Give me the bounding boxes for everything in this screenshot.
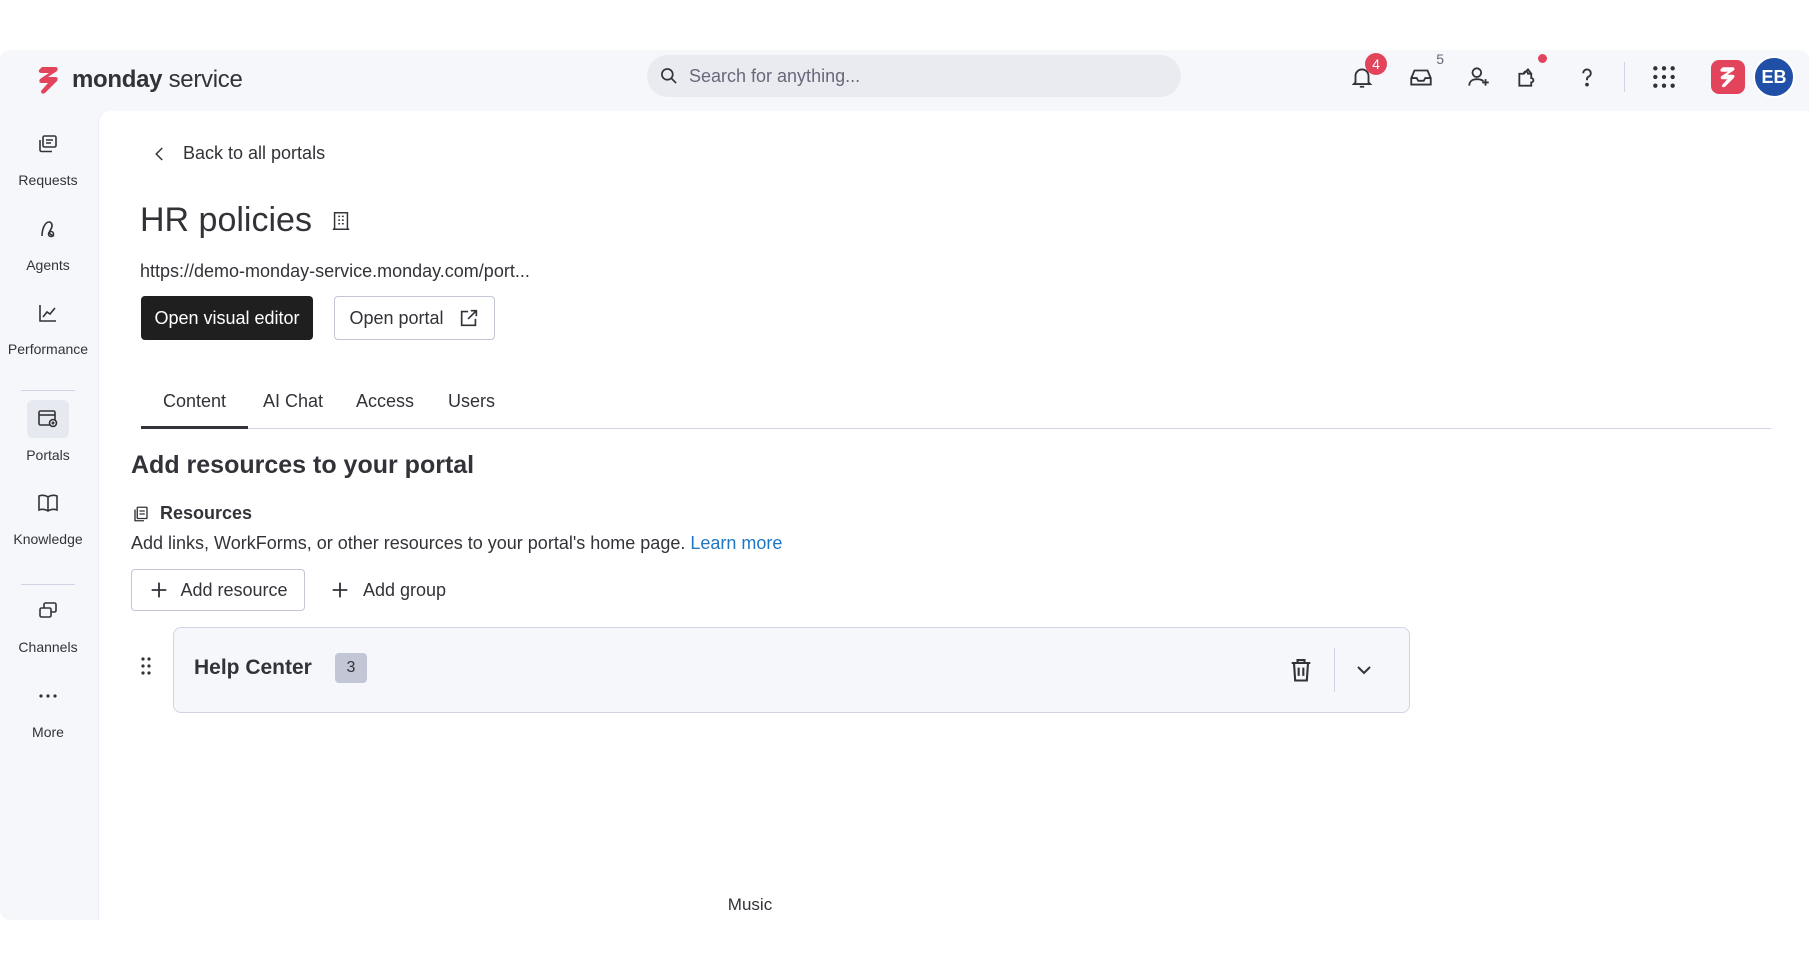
brand-name-bold: monday — [72, 66, 163, 93]
music-label: Music — [710, 890, 790, 920]
add-resource-label: Add resource — [180, 579, 288, 600]
open-portal-button[interactable]: Open portal — [334, 296, 495, 340]
brand-name: monday service — [72, 66, 243, 94]
back-label: Back to all portals — [183, 143, 326, 163]
resources-label: Resources — [160, 503, 253, 523]
back-to-portals-link[interactable]: Back to all portals — [151, 143, 325, 164]
group-name: Help Center — [194, 656, 312, 679]
topbar-divider — [1624, 62, 1625, 92]
monday-service-logo-icon — [38, 67, 58, 94]
grid-icon — [1653, 66, 1675, 88]
knowledge-icon-wrap — [27, 484, 69, 522]
sidebar-divider — [21, 390, 75, 391]
integrations-alert-dot — [1538, 54, 1547, 63]
main-content: Back to all portals HR policies https://… — [98, 111, 1809, 920]
user-avatar[interactable]: EB — [1753, 56, 1795, 98]
external-link-icon — [460, 309, 477, 327]
brand-name-light: service — [168, 66, 243, 93]
add-group-button[interactable]: Add group — [321, 569, 454, 611]
chevron-down-icon[interactable] — [1352, 658, 1376, 682]
sidebar-item-label: Portals — [26, 447, 70, 463]
open-visual-editor-button[interactable]: Open visual editor — [141, 296, 313, 340]
inbox-count: 5 — [1436, 51, 1444, 67]
plus-icon — [152, 582, 167, 598]
section-heading: Add resources to your portal — [131, 451, 475, 479]
search-icon — [661, 68, 677, 84]
puzzle-icon — [1518, 68, 1535, 87]
add-resource-button[interactable]: Add resource — [131, 569, 305, 611]
help-button[interactable] — [1572, 62, 1602, 92]
app-window: monday service 4 5 — [0, 50, 1809, 920]
drag-handle-icon[interactable] — [139, 655, 153, 677]
brand-logo[interactable]: monday service — [36, 60, 243, 100]
left-sidebar: Requests Agents Performance Portals Know… — [0, 110, 96, 920]
portals-icon — [38, 410, 58, 428]
sidebar-item-label: Requests — [18, 172, 78, 188]
tab-ai-chat[interactable]: AI Chat — [241, 383, 345, 429]
tab-access[interactable]: Access — [334, 383, 436, 429]
help-icon — [1582, 68, 1592, 87]
tab-content[interactable]: Content — [141, 383, 249, 429]
sidebar-item-label: Channels — [18, 639, 78, 655]
invite-members-button[interactable] — [1464, 62, 1494, 92]
portal-tabs: Content AI Chat Access Users — [141, 383, 1771, 429]
sidebar-item-label: Performance — [7, 341, 89, 357]
requests-icon — [39, 135, 57, 153]
channels-icon — [39, 602, 57, 618]
card-divider — [1334, 648, 1335, 692]
chevron-left-icon — [155, 146, 163, 161]
resources-icon — [134, 506, 148, 521]
sidebar-item-label: Knowledge — [13, 531, 83, 547]
sidebar-item-requests[interactable]: Requests — [0, 125, 96, 188]
sidebar-divider — [21, 584, 75, 585]
add-group-label: Add group — [363, 579, 447, 600]
product-switcher-button[interactable] — [1711, 60, 1745, 94]
resource-group-card[interactable]: Help Center 3 — [173, 627, 1410, 713]
sidebar-item-portals[interactable]: Portals — [0, 400, 96, 463]
sidebar-item-more[interactable]: More — [0, 677, 96, 740]
performance-icon — [39, 305, 56, 322]
sidebar-item-label: More — [32, 724, 64, 740]
page-title: HR policies — [140, 201, 312, 239]
agents-icon-wrap — [27, 210, 69, 248]
more-icon-wrap — [27, 677, 69, 715]
book-icon — [38, 494, 58, 512]
notifications-button[interactable]: 4 — [1347, 53, 1387, 92]
sidebar-item-knowledge[interactable]: Knowledge — [0, 484, 96, 547]
learn-more-link[interactable]: Learn more — [690, 533, 782, 553]
sidebar-item-channels[interactable]: Channels — [0, 592, 96, 655]
group-count-badge: 3 — [335, 653, 367, 683]
integrations-button[interactable] — [1513, 54, 1547, 92]
top-bar: monday service 4 5 — [0, 50, 1809, 110]
resources-description: Add links, WorkForms, or other resources… — [131, 533, 782, 554]
portals-icon-wrap — [27, 400, 69, 438]
notifications-count-badge: 4 — [1365, 53, 1387, 75]
building-icon — [332, 212, 350, 230]
inbox-icon — [1410, 69, 1432, 86]
open-portal-label: Open portal — [349, 307, 444, 328]
add-user-icon — [1468, 67, 1489, 86]
sidebar-item-agents[interactable]: Agents — [0, 210, 96, 273]
agents-icon — [41, 221, 55, 238]
more-icon — [39, 694, 57, 698]
resources-description-text: Add links, WorkForms, or other resources… — [131, 533, 686, 553]
resources-header: Resources — [132, 503, 252, 524]
inbox-button[interactable]: 5 — [1406, 51, 1444, 92]
apps-menu-button[interactable] — [1649, 62, 1679, 92]
plus-icon — [332, 582, 348, 598]
sidebar-item-performance[interactable]: Performance — [0, 294, 96, 357]
sidebar-item-label: Agents — [26, 257, 70, 273]
trash-icon[interactable] — [1287, 656, 1315, 684]
channels-icon-wrap — [27, 592, 69, 630]
requests-icon-wrap — [27, 125, 69, 163]
search-bar[interactable] — [647, 55, 1181, 97]
search-input[interactable] — [689, 65, 1149, 87]
monday-service-product-icon — [1720, 67, 1735, 88]
portal-url: https://demo-monday-service.monday.com/p… — [140, 261, 530, 281]
tab-users[interactable]: Users — [426, 383, 517, 429]
performance-icon-wrap — [27, 294, 69, 332]
